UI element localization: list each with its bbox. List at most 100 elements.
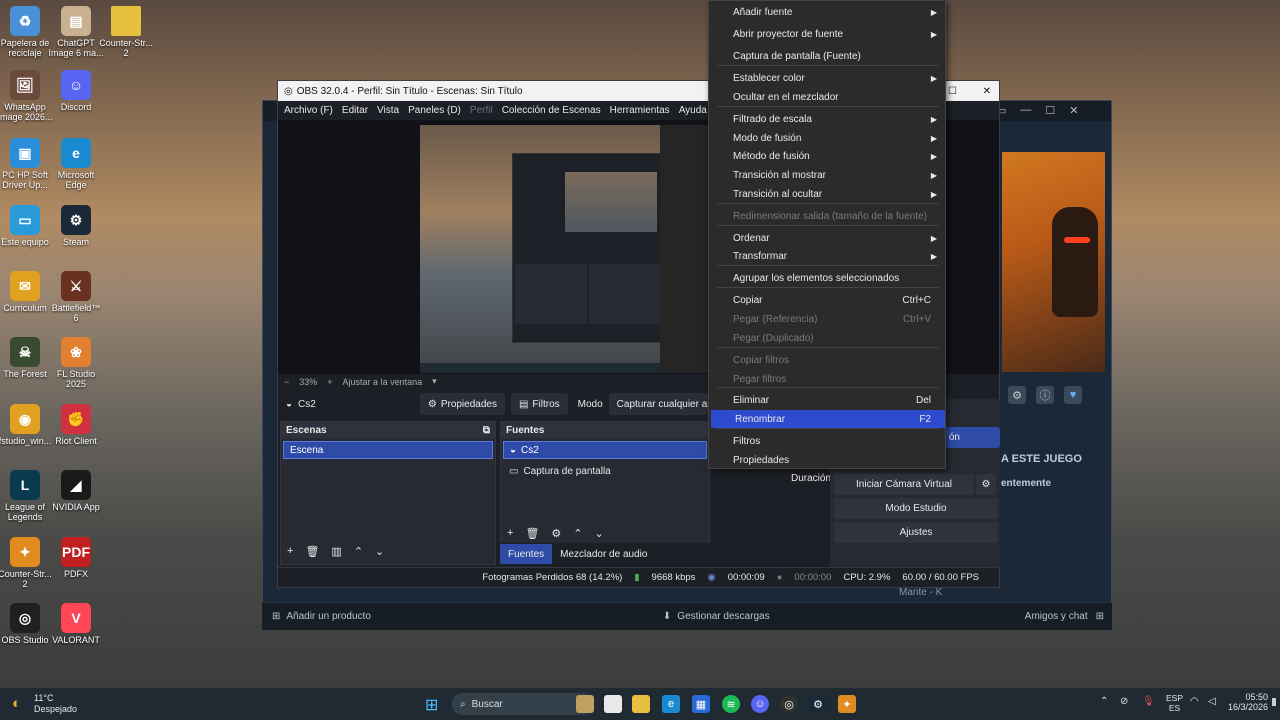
desktop-icon[interactable]: ☠ The Forest bbox=[0, 337, 53, 379]
weather-temp[interactable]: 11°C bbox=[34, 693, 53, 703]
desktop-icon[interactable]: L League of Legends bbox=[0, 470, 53, 522]
scene-item[interactable]: Escena bbox=[283, 441, 493, 459]
desktop-icon[interactable]: PDF PDFX bbox=[48, 537, 104, 579]
windows-start-icon[interactable]: ⊞ bbox=[425, 695, 438, 715]
desktop-icon[interactable]: ✦ Counter-Str... 2 bbox=[0, 537, 53, 589]
chevron-up-icon[interactable]: ⌃ bbox=[1100, 696, 1108, 707]
add-icon[interactable]: + bbox=[507, 527, 513, 540]
desktop-icon[interactable]: ▤ ChatGPT Image 6 ma... bbox=[48, 6, 104, 58]
friends-icon[interactable]: ⊞ bbox=[1096, 611, 1104, 622]
desktop-icon[interactable]: ⚔ Battlefield™ 6 bbox=[48, 271, 104, 323]
steam-icon[interactable]: ⚙ bbox=[809, 695, 827, 713]
source-item[interactable]: ▭ Captura de pantalla bbox=[503, 462, 707, 480]
trash-icon[interactable]: 🗑 bbox=[305, 545, 319, 558]
chevron-down-icon[interactable]: ⌄ bbox=[375, 545, 384, 558]
zoom-in-button[interactable]: + bbox=[327, 377, 332, 387]
chevron-up-icon[interactable]: ⌃ bbox=[573, 527, 582, 540]
clock[interactable]: 05:50 16/3/2026 bbox=[1226, 692, 1268, 712]
store-icon[interactable]: ▦ bbox=[692, 695, 710, 713]
weather-desc[interactable]: Despejado bbox=[34, 704, 77, 714]
desktop-icon[interactable]: ▣ PC HP Soft Driver Up... bbox=[0, 138, 53, 190]
undock-icon[interactable]: ⧉ bbox=[483, 425, 490, 436]
add-icon[interactable]: + bbox=[287, 545, 293, 558]
context-menu-item[interactable]: Transición al ocultar ▶ bbox=[709, 185, 945, 203]
context-menu-item[interactable]: Copiar Ctrl+C bbox=[709, 291, 945, 309]
language-indicator[interactable]: ESP ES bbox=[1166, 693, 1183, 713]
desktop-icon[interactable]: ✉ Curriculum bbox=[0, 271, 53, 313]
context-menu-item[interactable]: Establecer color ▶ bbox=[709, 69, 945, 87]
context-menu-item[interactable]: Ocultar en el mezclador bbox=[709, 88, 945, 106]
scene-filters-icon[interactable]: ▥ bbox=[331, 545, 341, 558]
wifi-icon[interactable]: ◠ bbox=[1190, 696, 1199, 707]
file-explorer-icon[interactable] bbox=[632, 695, 650, 713]
discord-icon[interactable]: ☺ bbox=[751, 695, 769, 713]
edge-icon[interactable]: e bbox=[662, 695, 680, 713]
context-menu-item[interactable]: Modo de fusión ▶ bbox=[709, 129, 945, 147]
tab-audio-mixer[interactable]: Mezclador de audio bbox=[552, 549, 655, 560]
context-menu-item[interactable]: Propiedades bbox=[709, 451, 945, 469]
desktop-icon[interactable]: ✊ Riot Client bbox=[48, 404, 104, 446]
obs-taskbar-icon[interactable]: ◎ bbox=[780, 695, 798, 713]
mic-icon[interactable]: 🎙 bbox=[1142, 696, 1155, 707]
virtual-camera-settings-button[interactable]: ⚙ bbox=[976, 474, 996, 495]
desktop-icon[interactable]: ◎ OBS Studio bbox=[0, 603, 53, 645]
preview-canvas[interactable] bbox=[420, 125, 720, 373]
maximize-icon[interactable]: ☐ bbox=[948, 86, 957, 97]
volume-icon[interactable]: ◁ bbox=[1208, 696, 1216, 707]
notification-icon[interactable] bbox=[1272, 698, 1276, 706]
heart-icon[interactable]: ♥ bbox=[1064, 386, 1082, 404]
context-menu-item[interactable]: Agrupar los elementos seleccionados bbox=[709, 269, 945, 287]
menu-item[interactable]: Herramientas bbox=[610, 105, 670, 116]
tab-sources[interactable]: Fuentes bbox=[500, 544, 553, 564]
info-icon[interactable]: ⓘ bbox=[1036, 386, 1054, 404]
network-icon[interactable]: ⊘ bbox=[1120, 696, 1128, 707]
desktop-icon[interactable]: ☺ Discord bbox=[48, 70, 104, 112]
chevron-down-icon[interactable]: ⌄ bbox=[595, 527, 604, 540]
desktop-icon[interactable]: ▭ Este equipo bbox=[0, 205, 53, 247]
context-menu-item[interactable]: Transformar ▶ bbox=[709, 247, 945, 265]
context-menu-item[interactable]: Filtros bbox=[709, 432, 945, 450]
desktop-icon[interactable]: 🖼 WhatsApp Image 2026... bbox=[0, 70, 53, 122]
studio-mode-button[interactable]: Modo Estudio bbox=[834, 498, 998, 519]
desktop-icon[interactable]: e Microsoft Edge bbox=[48, 138, 104, 190]
desktop-icon[interactable]: V VALORANT bbox=[48, 603, 104, 645]
desktop-folder[interactable]: Counter-Str... 2 bbox=[98, 6, 154, 58]
close-icon[interactable]: ✕ bbox=[1069, 104, 1078, 117]
taskbar-app-search-icon[interactable] bbox=[576, 695, 594, 713]
zoom-out-button[interactable]: − bbox=[284, 377, 289, 387]
steam-window-controls[interactable]: ▭ — ☐ ✕ bbox=[996, 104, 1079, 117]
menu-item[interactable]: Paneles (D) bbox=[408, 105, 461, 116]
spotify-icon[interactable]: ≋ bbox=[722, 695, 740, 713]
properties-button[interactable]: ⚙ Propiedades bbox=[419, 393, 505, 415]
minimize-icon[interactable]: — bbox=[1020, 104, 1031, 117]
task-view-icon[interactable] bbox=[604, 695, 622, 713]
chevron-down-icon[interactable]: ▾ bbox=[432, 376, 437, 387]
context-menu-item[interactable]: Captura de pantalla (Fuente) bbox=[709, 47, 945, 65]
close-icon[interactable]: ✕ bbox=[983, 86, 991, 97]
gear-icon[interactable]: ⚙ bbox=[1008, 386, 1026, 404]
virtual-camera-button[interactable]: Iniciar Cámara Virtual bbox=[834, 474, 974, 495]
context-menu-item[interactable]: Filtrado de escala ▶ bbox=[709, 110, 945, 128]
settings-button[interactable]: Ajustes bbox=[834, 522, 998, 543]
manage-downloads-link[interactable]: Gestionar descargas bbox=[677, 611, 769, 622]
context-menu-item[interactable]: Abrir proyector de fuente ▶ bbox=[709, 25, 945, 43]
desktop-icon[interactable]: ◢ NVIDIA App bbox=[48, 470, 104, 512]
trash-icon[interactable]: 🗑 bbox=[525, 527, 539, 540]
chevron-up-icon[interactable]: ⌃ bbox=[354, 545, 363, 558]
desktop-icon[interactable]: ⚙ Steam bbox=[48, 205, 104, 247]
search-box[interactable]: ⌕ Buscar bbox=[452, 693, 594, 715]
context-menu-item[interactable]: Método de fusión ▶ bbox=[709, 147, 945, 165]
menu-item[interactable]: Editar bbox=[342, 105, 368, 116]
friends-chat-link[interactable]: Amigos y chat bbox=[1025, 611, 1088, 622]
maximize-icon[interactable]: ☐ bbox=[1045, 104, 1055, 117]
counter-strike-icon[interactable]: ✦ bbox=[838, 695, 856, 713]
menu-item[interactable]: Vista bbox=[377, 105, 399, 116]
menu-item[interactable]: Perfil bbox=[470, 105, 493, 116]
filters-button[interactable]: ▤ Filtros bbox=[510, 393, 568, 415]
desktop-icon[interactable]: ❀ FL Studio 2025 bbox=[48, 337, 104, 389]
context-menu-item[interactable]: Transición al mostrar ▶ bbox=[709, 166, 945, 184]
desktop-icon[interactable]: ♻ Papelera de reciclaje bbox=[0, 6, 53, 58]
source-item[interactable]: ◒ Cs2 bbox=[503, 441, 707, 459]
gear-icon[interactable]: ⚙ bbox=[551, 527, 561, 540]
context-menu-item[interactable]: Eliminar Del bbox=[709, 391, 945, 409]
